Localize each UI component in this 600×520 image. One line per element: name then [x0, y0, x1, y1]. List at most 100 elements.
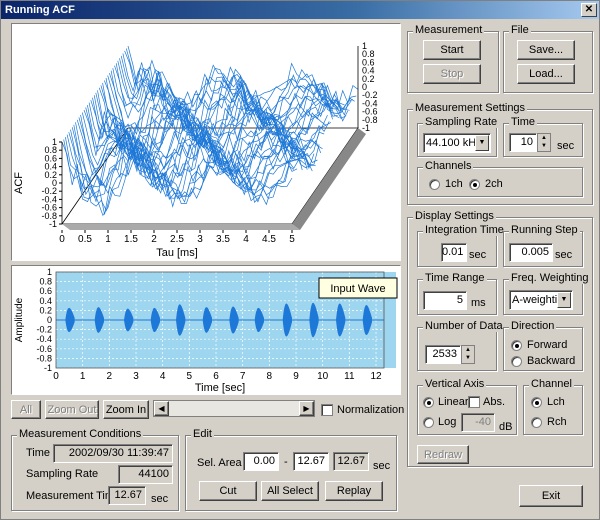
- time-label: Time: [509, 116, 538, 128]
- sel-start-input[interactable]: 0.00: [243, 452, 279, 471]
- log-unit: dB: [499, 421, 513, 433]
- freq-weighting-select[interactable]: A-weighting ▼: [509, 290, 573, 310]
- wave-y-tick-label: 0.2: [39, 305, 52, 315]
- measurement-conditions-title: Measurement Conditions: [17, 428, 144, 440]
- wave-x-tick-label: 6: [213, 371, 219, 382]
- sel-length-value: 12.67: [333, 452, 369, 471]
- sel-unit: sec: [373, 460, 391, 472]
- channel-label: Channel: [529, 378, 574, 390]
- time-range-unit: ms: [471, 297, 486, 309]
- acf-floor-front: [62, 224, 300, 230]
- all-select-button[interactable]: All Select: [261, 481, 319, 501]
- vertical-axis-label: Vertical Axis: [423, 378, 487, 390]
- chevron-down-icon[interactable]: ▼: [475, 135, 489, 151]
- wave-y-tick-label: -0.4: [36, 334, 52, 344]
- conditions-mtime-unit: sec: [151, 493, 169, 505]
- forward-label: Forward: [527, 339, 568, 351]
- sel-end-input[interactable]: 12.67: [293, 452, 329, 471]
- rch-label: Rch: [547, 416, 567, 428]
- exit-button[interactable]: Exit: [519, 485, 583, 507]
- zoom-out-button[interactable]: Zoom Out: [45, 400, 99, 419]
- save-button[interactable]: Save...: [517, 40, 575, 60]
- acf-x-tick-label: 0: [59, 234, 65, 245]
- acf-x-tick-label: 0.5: [78, 234, 92, 245]
- wave-y-tick-label: 0.8: [39, 277, 52, 287]
- load-button[interactable]: Load...: [517, 64, 575, 84]
- cut-button[interactable]: Cut: [199, 481, 257, 501]
- wave-y-axis-title: Amplitude: [14, 297, 25, 342]
- number-of-data-spinner[interactable]: ▲ ▼: [461, 345, 475, 364]
- wave-y-tick-label: 1: [47, 267, 52, 277]
- stop-button[interactable]: Stop: [423, 64, 481, 84]
- normalization-checkbox[interactable]: [321, 404, 333, 416]
- wave-x-tick-label: 12: [370, 371, 382, 382]
- acf-x-tick-label: 4: [243, 234, 249, 245]
- time-range-input[interactable]: 5: [423, 291, 467, 310]
- acf-x-tick-label: 4.5: [262, 234, 276, 245]
- wave-x-axis-title: Time [sec]: [195, 382, 245, 394]
- wave-y-tick-label: -1: [44, 363, 52, 373]
- acf-x-tick-label: 5: [289, 234, 295, 245]
- rch-radio[interactable]: [531, 417, 542, 428]
- linear-label: Linear: [438, 396, 469, 408]
- wave-y-tick-label: 0.4: [39, 296, 52, 306]
- ch1-label: 1ch: [445, 178, 463, 190]
- time-scrollbar[interactable]: ◀ ▶: [153, 400, 315, 417]
- conditions-time-label: Time: [26, 447, 51, 459]
- log-input[interactable]: -40: [461, 413, 495, 432]
- integration-time-label: Integration Time: [423, 224, 506, 236]
- time-input[interactable]: 10: [509, 133, 537, 152]
- zoom-in-button[interactable]: Zoom In: [103, 400, 149, 419]
- redraw-button[interactable]: Redraw: [417, 445, 469, 464]
- ch1-radio[interactable]: [429, 179, 440, 190]
- linear-radio[interactable]: [423, 397, 434, 408]
- backward-label: Backward: [527, 355, 576, 367]
- wave-x-tick-label: 5: [187, 371, 193, 382]
- window-title: Running ACF: [5, 4, 75, 16]
- all-button[interactable]: All: [11, 400, 41, 419]
- running-step-input[interactable]: 0.005: [509, 243, 553, 262]
- wave-x-tick-label: 0: [53, 371, 59, 382]
- acf-plot-panel: 1 0.8 0.6 0.4 0.2 0 -0.2 -0.4 -0.6 -0.8 -1 1 0.8 0.6 0…: [11, 23, 401, 261]
- forward-radio[interactable]: [511, 340, 522, 351]
- main-window: Running ACF ✕ 1 0.8 0.6 0.4 0.2 0 -0.2 -0.4 -0.6…: [0, 0, 600, 520]
- number-of-data-input[interactable]: 2533: [425, 345, 461, 364]
- wave-x-tick-label: 10: [317, 371, 329, 382]
- sampling-rate-select[interactable]: 44.100 kHz ▼: [423, 133, 491, 153]
- abs-checkbox[interactable]: [468, 396, 480, 408]
- scroll-left-button[interactable]: ◀: [154, 401, 169, 416]
- acf-waterfall-plot: 10.80.60.40.20-0.2-0.4-0.6-0.8-110.80.60…: [13, 41, 378, 259]
- number-of-data-label: Number of Data: [423, 320, 505, 332]
- time-spinner[interactable]: ▲ ▼: [537, 133, 551, 152]
- scroll-right-button[interactable]: ▶: [299, 401, 314, 416]
- log-radio[interactable]: [423, 417, 434, 428]
- replay-button[interactable]: Replay: [325, 481, 383, 501]
- ch2-radio[interactable]: [469, 179, 480, 190]
- channels-label: Channels: [423, 160, 474, 172]
- integration-time-input[interactable]: 0.01: [441, 243, 467, 262]
- integration-time-unit: sec: [469, 249, 487, 261]
- acf-x-tick-label: 3: [197, 234, 203, 245]
- chevron-down-icon[interactable]: ▼: [557, 292, 571, 308]
- conditions-rate-label: Sampling Rate: [26, 468, 99, 480]
- wave-x-tick-label: 3: [133, 371, 139, 382]
- close-button[interactable]: ✕: [581, 3, 597, 17]
- start-button[interactable]: Start: [423, 40, 481, 60]
- backward-radio[interactable]: [511, 356, 522, 367]
- time-range-label: Time Range: [423, 272, 487, 284]
- svg-text:Input Wave: Input Wave: [330, 283, 385, 295]
- wave-x-tick-label: 4: [160, 371, 166, 382]
- lch-radio[interactable]: [531, 397, 542, 408]
- acf-x-axis-title: Tau [ms]: [156, 247, 198, 259]
- conditions-time-value: 2002/09/30 11:39:47: [53, 444, 173, 463]
- wave-y-tick-label: -0.6: [36, 344, 52, 354]
- wave-x-tick-label: 1: [80, 371, 86, 382]
- file-title: File: [509, 24, 531, 36]
- abs-label: Abs.: [483, 396, 506, 408]
- wave-x-tick-label: 9: [293, 371, 299, 382]
- wave-x-tick-label: 7: [240, 371, 246, 382]
- wave-x-tick-label: 2: [107, 371, 113, 382]
- acf-x-tick-label: 1: [105, 234, 111, 245]
- ch2-label: 2ch: [485, 178, 503, 190]
- display-settings-title: Display Settings: [413, 210, 496, 222]
